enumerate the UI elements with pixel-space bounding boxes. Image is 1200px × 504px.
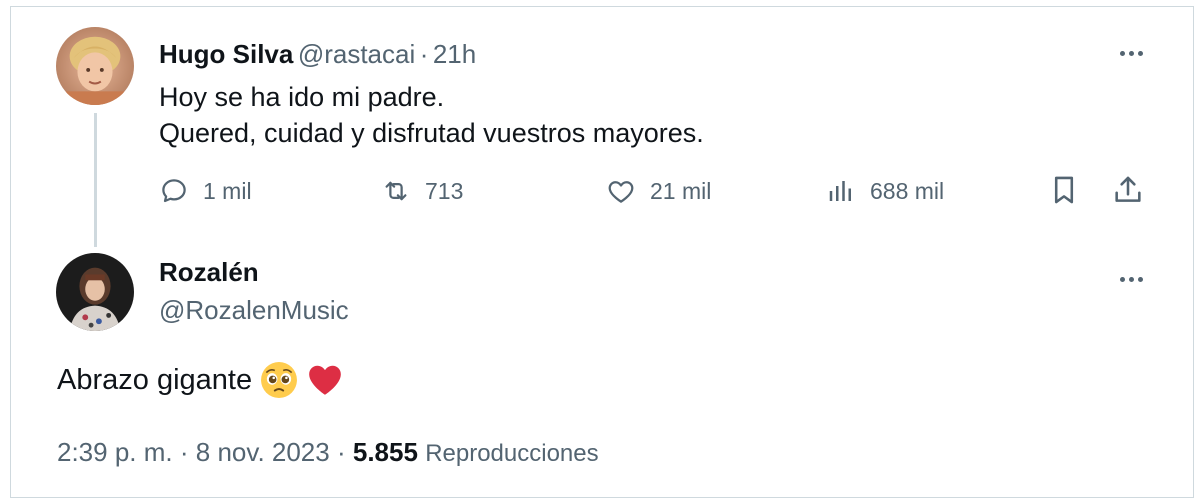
reply-author-name-row: Rozalén (159, 257, 259, 288)
reply-text: Abrazo gigante (57, 363, 253, 396)
bar-chart-icon (826, 176, 856, 206)
share-icon[interactable] (1111, 173, 1145, 207)
bookmark-icon[interactable] (1047, 173, 1081, 207)
avatar-hugo-silva[interactable] (56, 27, 134, 105)
heart-outline-icon (606, 176, 636, 206)
views-count: 688 mil (870, 177, 945, 204)
reply-icon (159, 176, 189, 206)
reply-author-handle-row: @RozalenMusic (159, 295, 349, 326)
tweet-text: Hoy se ha ido mi padre. Quered, cuidad y… (159, 79, 704, 151)
tweet-time[interactable]: 21h (433, 39, 476, 69)
like-count: 21 mil (650, 177, 712, 204)
tweet-text-line-2: Quered, cuidad y disfrutad vuestros mayo… (159, 118, 704, 148)
reply-text-row: Abrazo gigante (57, 361, 344, 399)
views-button[interactable]: 688 mil (826, 173, 944, 209)
reply-views-label: Reproducciones (425, 440, 599, 467)
like-button[interactable]: 21 mil (606, 173, 711, 209)
red-heart-icon (306, 361, 344, 399)
tweet-thread-card: Hugo Silva @rastacai · 21h Hoy se ha ido… (10, 6, 1194, 498)
reply-date[interactable]: 8 nov. 2023 (196, 437, 330, 467)
thread-connector-line (94, 113, 97, 247)
reply-author-handle[interactable]: @RozalenMusic (159, 295, 349, 325)
retweet-icon (381, 176, 411, 206)
more-options-icon[interactable] (1111, 43, 1151, 63)
reply-button[interactable]: 1 mil (159, 173, 252, 209)
header-separator: · (419, 39, 429, 69)
tweet-header: Hugo Silva @rastacai · 21h (159, 39, 476, 70)
author-handle[interactable]: @rastacai (298, 39, 415, 69)
reply-more-options-icon[interactable] (1111, 269, 1151, 289)
reply-author-name[interactable]: Rozalén (159, 257, 259, 287)
footer-separator-2: · (336, 437, 346, 467)
avatar-rozalen[interactable] (56, 253, 134, 331)
retweet-count: 713 (425, 177, 464, 204)
pleading-face-icon (260, 361, 298, 399)
reply-count: 1 mil (203, 177, 252, 204)
tweet-text-line-1: Hoy se ha ido mi padre. (159, 82, 445, 112)
footer-separator-1: · (179, 437, 189, 467)
retweet-button[interactable]: 713 (381, 173, 463, 209)
author-name[interactable]: Hugo Silva (159, 39, 293, 69)
reply-footer: 2:39 p. m. · 8 nov. 2023 · 5.855 Reprodu… (57, 437, 599, 468)
reply-views-count: 5.855 (352, 437, 418, 467)
reply-time[interactable]: 2:39 p. m. (57, 437, 173, 467)
